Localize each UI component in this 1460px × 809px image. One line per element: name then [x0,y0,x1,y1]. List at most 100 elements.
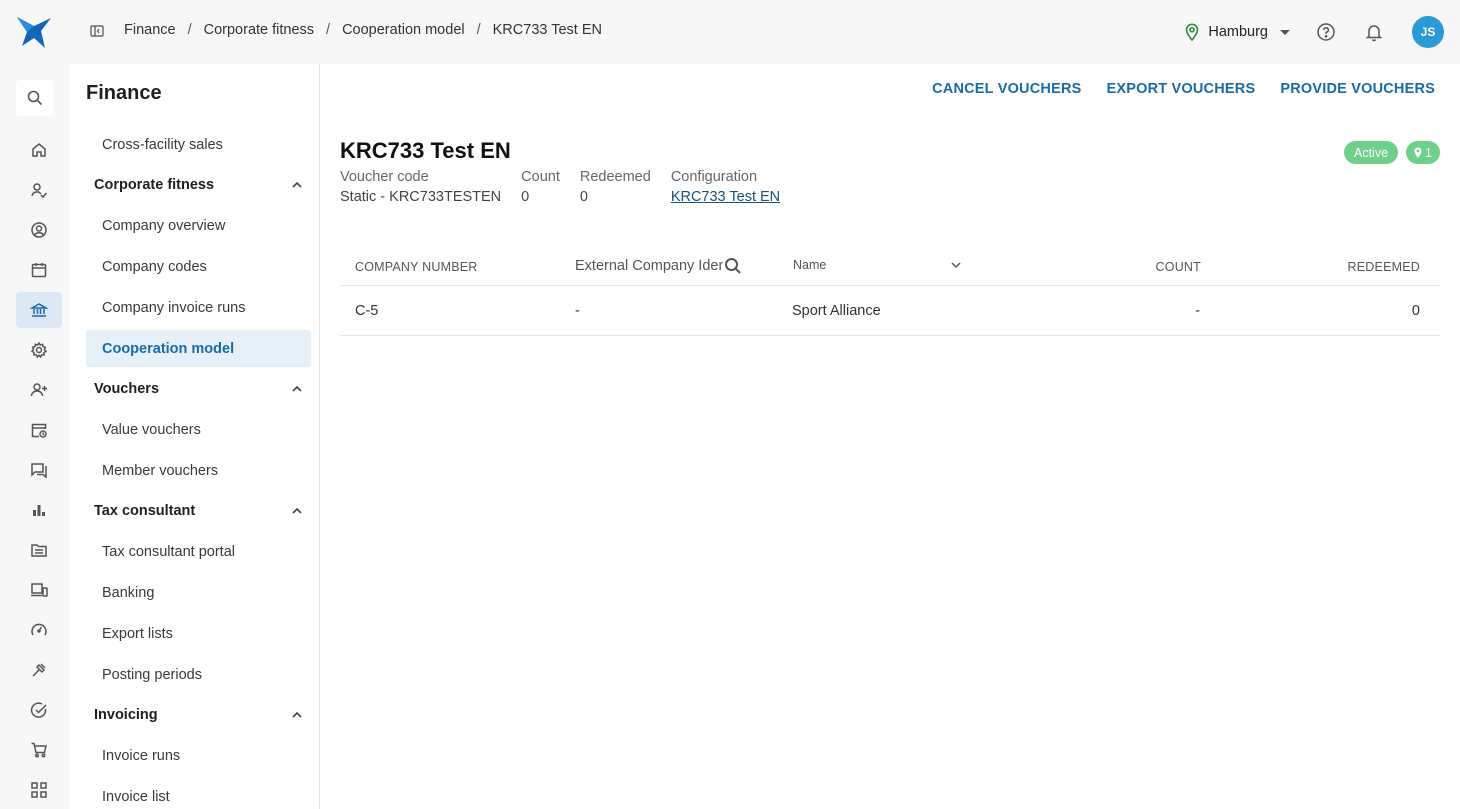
sidebar-group-invoicing[interactable]: Invoicing [94,703,304,727]
sidebar-group-tax-consultant[interactable]: Tax consultant [94,499,304,523]
external-id-filter [575,256,745,276]
meta-label: Redeemed [579,169,651,185]
user-check-icon [31,183,48,199]
help-icon[interactable] [1316,22,1336,42]
meta-value: 0 [521,189,530,205]
rail-finance[interactable] [16,292,62,328]
sidebar-item-tax-consultant-portal[interactable]: Tax consultant portal [86,533,311,570]
devices-icon [31,583,48,597]
top-right-controls: Hamburg JS [1184,14,1444,50]
rail-messages[interactable] [16,452,62,488]
search-icon [27,90,43,106]
main-content: CANCEL VOUCHERS EXPORT VOUCHERS PROVIDE … [320,64,1460,809]
provide-vouchers-button[interactable]: PROVIDE VOUCHERS [1280,81,1435,97]
table-row[interactable]: C-5 - Sport Alliance - 0 [340,286,1440,336]
finance-sidebar: Finance Cross-facility sales Corporate f… [70,64,320,809]
voucher-meta: Voucher code Static - KRC733TESTEN Count… [340,169,800,205]
col-company-number[interactable]: COMPANY NUMBER [355,260,478,274]
rail-calendar[interactable] [16,252,62,288]
sidebar-item-company-codes[interactable]: Company codes [86,248,311,285]
rail-dashboard[interactable] [16,612,62,648]
rail-search[interactable] [16,80,54,116]
cart-icon [31,742,47,758]
home-icon [32,143,46,157]
bank-icon [30,303,48,317]
location-pin-icon [1186,23,1199,41]
breadcrumb: Finance / Corporate fitness / Cooperatio… [124,22,602,38]
meta-label: Voucher code [340,169,429,185]
export-vouchers-button[interactable]: EXPORT VOUCHERS [1106,81,1255,97]
chevron-down-icon [951,262,961,269]
action-bar: CANCEL VOUCHERS EXPORT VOUCHERS PROVIDE … [907,81,1435,97]
apps-icon [31,782,47,798]
sidebar-item-member-vouchers[interactable]: Member vouchers [86,452,311,489]
location-count-badge[interactable]: 1 [1406,141,1440,164]
rail-devices[interactable] [16,572,62,608]
location-label: Hamburg [1208,24,1268,40]
sidebar-group-corporate-fitness[interactable]: Corporate fitness [94,173,304,197]
breadcrumb-finance[interactable]: Finance [124,22,176,38]
location-selector[interactable]: Hamburg [1184,23,1290,41]
rail-checkin[interactable] [16,172,62,208]
meta-configuration: Configuration KRC733 Test EN [671,169,780,205]
folder-list-icon [31,544,47,557]
sidebar-item-banking[interactable]: Banking [86,574,311,611]
col-count[interactable]: COUNT [1156,260,1201,274]
sidebar-group-label: Invoicing [94,707,158,723]
cell-company-number: C-5 [355,303,379,319]
rail-tools[interactable] [16,652,62,688]
sidebar-item-invoice-runs[interactable]: Invoice runs [86,737,311,774]
rail-home[interactable] [16,132,62,168]
sidebar-item-company-overview[interactable]: Company overview [86,207,311,244]
sidebar-item-cooperation-model[interactable]: Cooperation model [86,330,311,367]
sidebar-item-posting-periods[interactable]: Posting periods [86,656,311,693]
meta-label: Configuration [670,169,758,185]
breadcrumb-current: KRC733 Test EN [492,22,602,38]
rail-add-member[interactable] [16,372,62,408]
caret-down-icon [1280,29,1290,35]
location-count: 1 [1425,145,1432,160]
rail-shop[interactable] [16,732,62,768]
meta-value: Static - KRC733TESTEN [340,189,502,205]
breadcrumb-corporate-fitness[interactable]: Corporate fitness [204,22,314,38]
search-icon[interactable] [723,256,743,276]
cell-name: Sport Alliance [792,303,881,319]
rail-documents[interactable] [16,532,62,568]
companies-table: COMPANY NUMBER Name COUNT REDEEMED C-5 -… [340,250,1440,336]
cell-count: - [1195,303,1200,319]
sidebar-group-vouchers[interactable]: Vouchers [94,377,304,401]
bell-icon[interactable] [1364,22,1384,42]
rail-tasks[interactable] [16,692,62,728]
cancel-vouchers-button[interactable]: CANCEL VOUCHERS [932,81,1081,97]
star-logo-icon[interactable] [14,14,54,50]
icon-rail [0,64,70,809]
sidebar-item-cross-facility-sales[interactable]: Cross-facility sales [86,126,311,163]
meta-redeemed: Redeemed 0 [580,169,651,205]
col-redeemed[interactable]: REDEEMED [1348,260,1420,274]
col-name: Name [793,258,827,272]
sidebar-group-label: Vouchers [94,381,160,397]
rail-analytics[interactable] [16,492,62,528]
gauge-icon [31,623,47,636]
sidebar-group-label: Corporate fitness [94,177,215,193]
breadcrumb-cooperation-model[interactable]: Cooperation model [342,22,465,38]
configuration-link[interactable]: KRC733 Test EN [671,189,780,205]
user-avatar[interactable]: JS [1412,16,1444,48]
chevron-up-icon [292,507,302,514]
meta-value: 0 [579,189,588,205]
name-filter-select[interactable]: Name [793,258,963,272]
sidebar-item-invoice-list[interactable]: Invoice list [86,778,311,809]
sidebar-item-export-lists[interactable]: Export lists [86,615,311,652]
panel-toggle-icon[interactable] [88,22,106,40]
rail-more[interactable] [16,772,62,808]
rail-settings[interactable] [16,332,62,368]
breadcrumb-separator: / [326,22,331,38]
rail-schedule[interactable] [16,412,62,448]
external-id-filter-input[interactable] [575,258,723,274]
top-bar: Finance / Corporate fitness / Cooperatio… [0,0,1460,64]
sidebar-item-company-invoice-runs[interactable]: Company invoice runs [86,289,311,326]
sidebar-item-value-vouchers[interactable]: Value vouchers [86,411,311,448]
chevron-up-icon [292,385,302,392]
rail-members[interactable] [16,212,62,248]
meta-count: Count 0 [521,169,560,205]
